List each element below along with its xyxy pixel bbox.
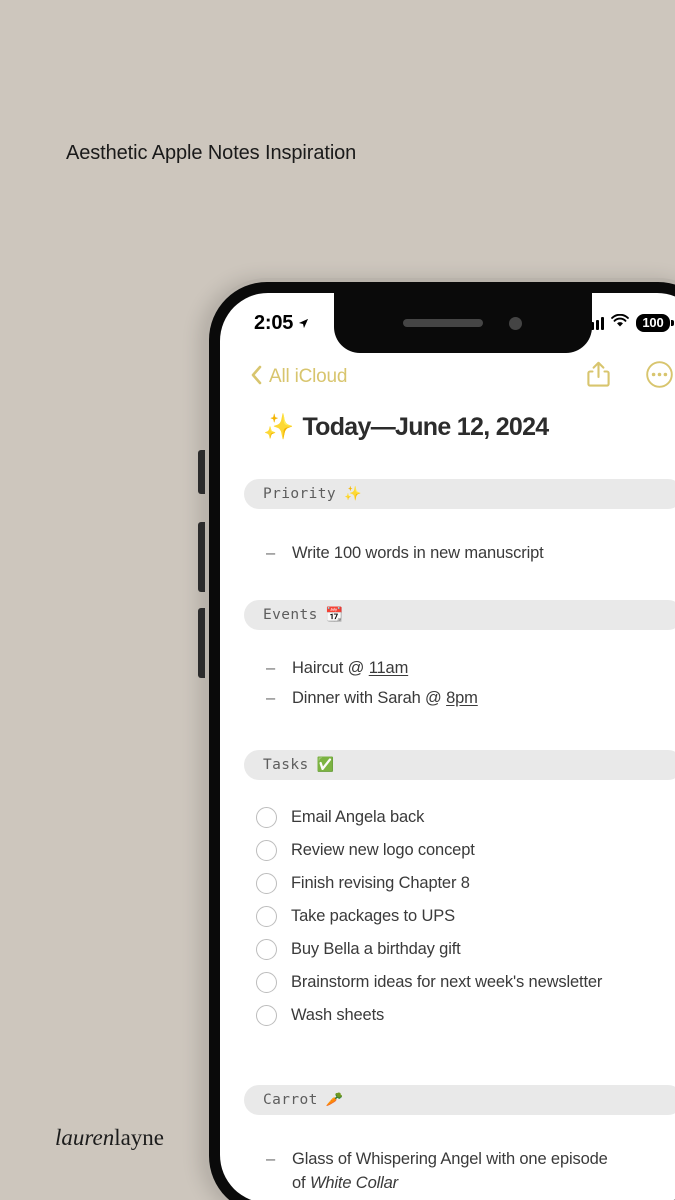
list-item[interactable]: Buy Bella a birthday gift (256, 939, 675, 961)
checkbox-unchecked-icon[interactable] (256, 906, 277, 928)
list-item[interactable]: Wash sheets (256, 1005, 675, 1027)
checkbox-unchecked-icon[interactable] (256, 840, 277, 862)
list-item-text: Write 100 words in new manuscript (292, 544, 544, 562)
location-arrow-icon (298, 318, 309, 329)
task-label: Review new logo concept (291, 841, 475, 860)
show-title-italic: White Collar (309, 1173, 398, 1192)
checkbox-unchecked-icon[interactable] (256, 807, 277, 829)
dash-bullet: – (266, 688, 276, 707)
calendar-emoji-icon: 📆 (325, 607, 344, 624)
section-header-tasks: Tasks ✅ (244, 750, 675, 781)
dash-bullet: – (266, 659, 276, 678)
checkbox-unchecked-icon[interactable] (256, 972, 277, 994)
note-heading: ✨ Today—June 12, 2024 (263, 412, 675, 442)
checkbox-unchecked-icon[interactable] (256, 873, 277, 895)
volume-down-button[interactable] (198, 608, 205, 678)
task-label: Buy Bella a birthday gift (291, 940, 461, 959)
battery-indicator: 100 (636, 314, 674, 332)
time-link[interactable]: 8pm (446, 689, 478, 707)
list-item: – Haircut @ 11am (266, 657, 675, 680)
page-title: Aesthetic Apple Notes Inspiration (66, 142, 357, 164)
watermark: laurenlayne (55, 1125, 164, 1151)
status-right-group: 100 (585, 313, 674, 333)
phone-mockup: 2:05 100 All iCloud ✨ Today—June 12, 202… (198, 278, 675, 1200)
list-item: – Write 100 words in new manuscript (266, 542, 675, 565)
earpiece-speaker-icon (403, 319, 483, 327)
list-item: – Glass of Whispering Angel with one epi… (266, 1148, 675, 1195)
phone-screen: 2:05 100 All iCloud ✨ Today—June 12, 202… (220, 293, 675, 1200)
volume-up-button[interactable] (198, 522, 205, 592)
section-header-carrot: Carrot 🥕 (244, 1085, 675, 1116)
task-label: Take packages to UPS (291, 907, 455, 926)
notch (333, 293, 592, 353)
sparkles-emoji-icon: ✨ (263, 412, 294, 441)
battery-nub-icon (671, 319, 674, 326)
section-label-events: Events (263, 607, 318, 624)
dash-bullet: – (266, 1150, 276, 1169)
phone-body: 2:05 100 All iCloud ✨ Today—June 12, 202… (209, 282, 675, 1200)
priority-list: – Write 100 words in new manuscript (244, 542, 675, 565)
section-header-events: Events 📆 (244, 600, 675, 631)
dash-bullet: – (266, 544, 276, 562)
note-content: ✨ Today—June 12, 2024 Priority ✨ – Write… (220, 412, 675, 1195)
section-label-carrot: Carrot (263, 1092, 318, 1109)
tasks-list: Email Angela back Review new logo concep… (244, 807, 675, 1027)
carrot-emoji-icon: 🥕 (325, 1092, 344, 1109)
task-label: Brainstorm ideas for next week's newslet… (291, 973, 603, 992)
task-label: Finish revising Chapter 8 (291, 874, 470, 893)
time-link[interactable]: 11am (369, 659, 409, 677)
list-item[interactable]: Brainstorm ideas for next week's newslet… (256, 972, 675, 994)
navbar: All iCloud (220, 353, 675, 393)
status-time: 2:05 (254, 311, 294, 334)
watermark-first: lauren (55, 1125, 115, 1150)
event-text: Haircut @ (292, 659, 369, 678)
wifi-icon (611, 313, 630, 333)
section-label-tasks: Tasks (263, 757, 309, 774)
list-item-text: Dinner with Sarah @ 8pm (292, 687, 478, 710)
section-label-priority: Priority (263, 486, 337, 502)
task-label: Email Angela back (291, 808, 425, 827)
mute-switch-button[interactable] (198, 450, 205, 494)
ellipsis-circle-icon[interactable] (646, 361, 673, 393)
list-item[interactable]: Review new logo concept (256, 840, 675, 862)
section-header-priority: Priority ✨ (244, 479, 675, 509)
chevron-left-icon (250, 365, 262, 390)
task-label: Wash sheets (291, 1006, 385, 1025)
list-item-text: Haircut @ 11am (292, 657, 408, 680)
back-button[interactable]: All iCloud (250, 365, 347, 390)
events-list: – Haircut @ 11am – Dinner with Sarah @ 8… (244, 657, 675, 710)
front-camera-icon (509, 316, 522, 330)
carrot-list: – Glass of Whispering Angel with one epi… (244, 1148, 675, 1195)
sparkles-emoji-icon: ✨ (344, 486, 362, 502)
watermark-second: layne (114, 1125, 165, 1150)
list-item: – Dinner with Sarah @ 8pm (266, 687, 675, 710)
back-button-label: All iCloud (269, 366, 348, 387)
note-heading-text: Today—June 12, 2024 (302, 412, 549, 441)
list-item[interactable]: Take packages to UPS (256, 906, 675, 928)
list-item-text: Glass of Whispering Angel with one episo… (292, 1148, 622, 1195)
list-item[interactable]: Finish revising Chapter 8 (256, 873, 675, 895)
event-text: Dinner with Sarah @ (292, 688, 447, 707)
check-mark-emoji-icon: ✅ (316, 757, 335, 774)
nav-actions (587, 361, 673, 393)
checkbox-unchecked-icon[interactable] (256, 939, 277, 961)
battery-level-label: 100 (636, 314, 670, 332)
checkbox-unchecked-icon[interactable] (256, 1005, 277, 1027)
list-item[interactable]: Email Angela back (256, 807, 675, 829)
share-icon[interactable] (587, 361, 610, 393)
